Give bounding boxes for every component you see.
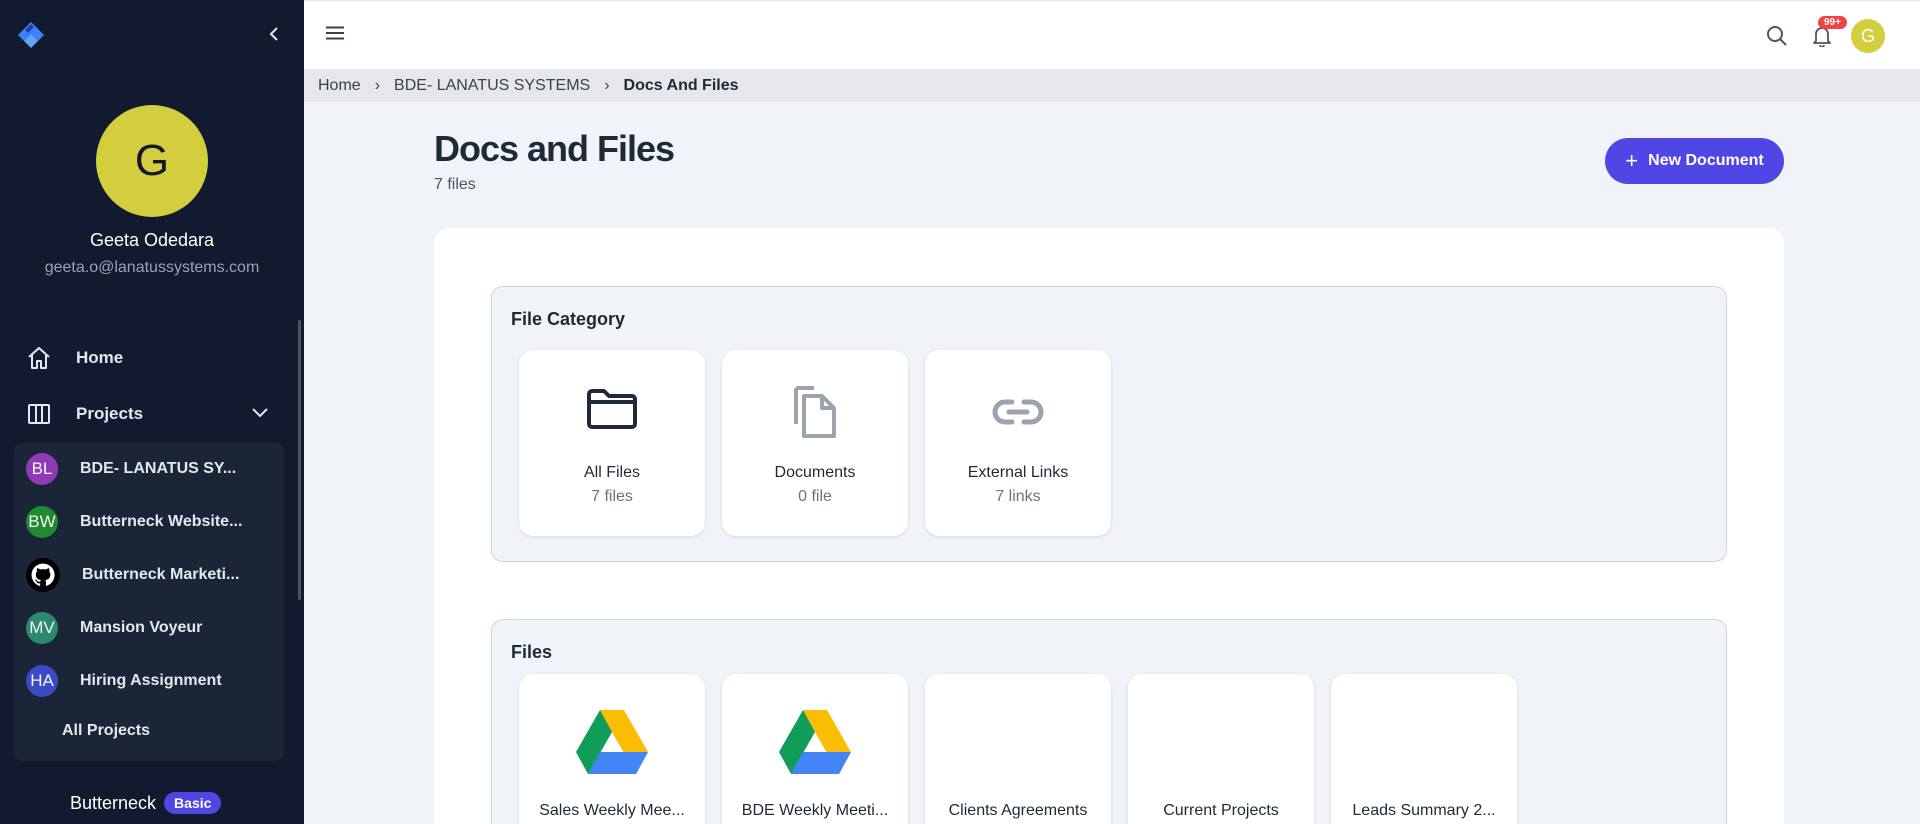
sidebar-scrollbar[interactable] [298,320,301,600]
search-icon [1767,26,1787,46]
file-card[interactable]: Clients Agreements [925,674,1111,824]
sidebar: G Geeta Odedara geeta.o@lanatussystems.c… [0,0,304,824]
project-item-hiring-assignment[interactable]: HA Hiring Assignment [26,663,222,699]
category-card-external-links[interactable]: External Links 7 links [925,350,1111,536]
workspace-switcher[interactable]: Butterneck Basic [70,792,222,814]
project-name: Mansion Voyeur [80,619,203,636]
home-icon [28,347,50,369]
nav-projects-label: Projects [76,404,144,423]
projects-list: BL BDE- LANATUS SY... BW Butterneck Webs… [14,443,284,761]
nav-home-label: Home [76,348,124,367]
user-name: Geeta Odedara [89,230,215,250]
chevron-down-icon [252,408,268,418]
project-name: Butterneck Website... [80,513,243,530]
project-name: BDE- LANATUS SY... [80,460,237,477]
file-count: 7 files [434,176,476,193]
plan-badge: Basic [164,792,222,814]
project-name: Butterneck Marketi... [82,566,240,583]
category-card-documents[interactable]: Documents 0 file [722,350,908,536]
notifications-button[interactable] [1812,25,1832,52]
folder-icon [519,388,705,430]
link-icon [925,398,1111,426]
document-icon [722,384,908,440]
file-name: Clients Agreements [948,802,1088,819]
user-avatar[interactable]: G [96,105,208,217]
profile-avatar[interactable]: G [1851,19,1885,53]
project-avatar: HA [26,665,58,697]
breadcrumb-current: Docs And Files [623,77,739,94]
category-count: 0 file [798,488,832,505]
all-projects-link[interactable]: All Projects [62,722,150,740]
file-name: Sales Weekly Mee... [539,802,685,819]
hamburger-icon [326,26,344,40]
file-card[interactable]: BDE Weekly Meeti... [722,674,908,824]
projects-expand-button[interactable] [252,405,268,423]
section-title: Files [511,642,553,662]
breadcrumb-home[interactable]: Home [318,77,361,95]
user-email: geeta.o@lanatussystems.com [44,259,260,276]
project-name: Hiring Assignment [80,672,222,689]
project-item-mansion-voyeur[interactable]: MV Mansion Voyeur [26,610,202,646]
search-button[interactable] [1766,25,1788,52]
file-card[interactable]: Current Projects [1128,674,1314,824]
chevron-right-icon: › [604,77,610,94]
columns-icon [28,404,50,424]
nav-home[interactable]: Home [26,342,123,374]
plus-icon: + [1625,148,1639,173]
page-title: Docs and Files [434,128,675,169]
category-card-all-files[interactable]: All Files 7 files [519,350,705,536]
category-count: 7 links [995,488,1041,505]
category-label: External Links [967,464,1069,481]
app-logo-icon[interactable] [16,20,46,50]
breadcrumb: Home › BDE- LANATUS SYSTEMS › Docs And F… [304,70,1920,102]
chevron-right-icon: › [374,77,381,94]
new-document-label: New Document [1648,152,1764,169]
project-item-butterneck-marketing[interactable]: Butterneck Marketi... [26,557,239,593]
workspace-name: Butterneck [70,792,157,813]
file-category-section: File Category All Files 7 files Document… [491,286,1727,562]
project-avatar: MV [26,612,58,644]
topbar: 99+ G [304,0,1920,70]
file-name: BDE Weekly Meeti... [741,802,889,819]
github-icon [26,558,60,592]
section-title: File Category [511,309,626,329]
category-label: All Files [583,464,640,481]
new-document-button[interactable]: + New Document [1605,138,1784,184]
content-panel: File Category All Files 7 files Document… [434,228,1784,824]
menu-button[interactable] [326,26,344,45]
notification-badge: 99+ [1818,16,1847,29]
google-drive-icon [519,710,705,774]
collapse-sidebar-button[interactable] [264,24,284,44]
project-item-butterneck-website[interactable]: BW Butterneck Website... [26,504,242,540]
file-card[interactable]: Sales Weekly Mee... [519,674,705,824]
files-section: Files Sales Weekly Mee... BDE Weekly Mee… [491,619,1727,824]
breadcrumb-project[interactable]: BDE- LANATUS SYSTEMS [394,77,590,95]
project-item-bde[interactable]: BL BDE- LANATUS SY... [26,451,236,487]
nav-projects[interactable]: Projects [26,398,143,430]
project-avatar: BW [26,506,58,538]
file-name: Leads Summary 2... [1352,802,1496,819]
category-label: Documents [774,464,856,481]
chevron-left-icon [269,27,278,41]
file-card[interactable]: Leads Summary 2... [1331,674,1517,824]
project-avatar: BL [26,453,58,485]
google-drive-icon [722,710,908,774]
file-name: Current Projects [1163,802,1279,819]
category-count: 7 files [591,488,633,505]
